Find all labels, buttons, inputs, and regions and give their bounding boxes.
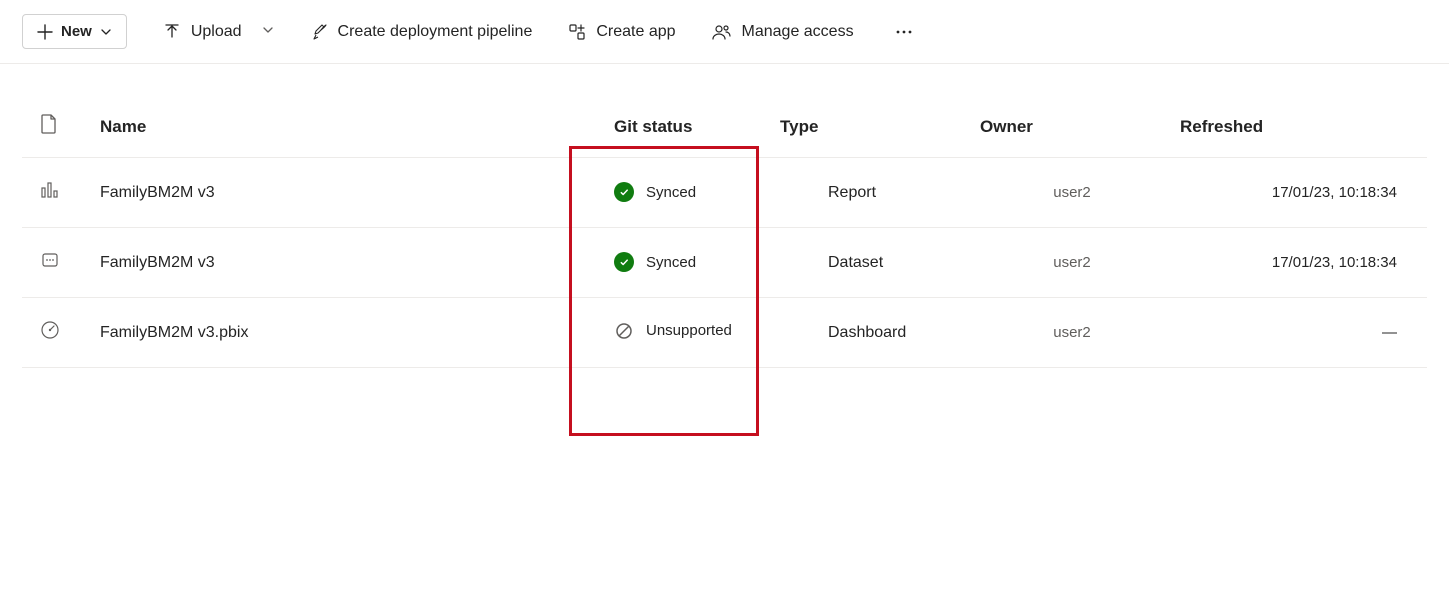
check-circle-icon — [614, 252, 634, 272]
col-header-icon — [22, 100, 92, 158]
item-type: Dashboard — [772, 298, 972, 368]
create-pipeline-button[interactable]: Create deployment pipeline — [310, 23, 533, 41]
upload-icon — [163, 23, 181, 41]
report-icon — [40, 180, 60, 200]
col-header-type[interactable]: Type — [772, 100, 972, 158]
more-button[interactable] — [890, 18, 918, 46]
col-header-name[interactable]: Name — [92, 100, 592, 158]
item-owner: user2 — [972, 228, 1172, 298]
item-type-icon-cell — [22, 228, 92, 298]
check-circle-icon — [614, 182, 634, 202]
item-refreshed: 17/01/23, 10:18:34 — [1172, 228, 1427, 298]
manage-access-button[interactable]: Manage access — [712, 23, 854, 41]
git-status-cell: Synced — [592, 228, 772, 298]
col-header-git-status[interactable]: Git status — [592, 100, 772, 158]
items-table: Name Git status Type Owner Refreshed Fam… — [22, 100, 1427, 368]
table-row[interactable]: FamilyBM2M v3 Synced Dataset user2 17/01… — [22, 228, 1427, 298]
more-icon — [894, 22, 914, 42]
table-row[interactable]: FamilyBM2M v3.pbix Unsupported Dashboard… — [22, 298, 1427, 368]
table-header-row: Name Git status Type Owner Refreshed — [22, 100, 1427, 158]
file-icon — [40, 114, 58, 134]
item-refreshed: 17/01/23, 10:18:34 — [1172, 158, 1427, 228]
content: Name Git status Type Owner Refreshed Fam… — [0, 100, 1449, 368]
dataset-icon — [40, 250, 60, 270]
manage-access-label: Manage access — [742, 23, 854, 41]
table-row[interactable]: FamilyBM2M v3 Synced Report user2 17/01/… — [22, 158, 1427, 228]
item-owner: user2 — [972, 298, 1172, 368]
git-status-label: Synced — [646, 184, 696, 201]
item-name[interactable]: FamilyBM2M v3.pbix — [92, 298, 592, 368]
col-header-refreshed[interactable]: Refreshed — [1172, 100, 1427, 158]
item-type: Report — [772, 158, 972, 228]
new-button-label: New — [61, 23, 92, 40]
upload-button[interactable]: Upload — [163, 23, 274, 41]
item-type-icon-cell — [22, 298, 92, 368]
item-name[interactable]: FamilyBM2M v3 — [92, 228, 592, 298]
create-app-label: Create app — [596, 23, 675, 41]
git-status-cell: Unsupported — [592, 298, 772, 368]
git-status-label: Unsupported — [646, 322, 732, 339]
item-type: Dataset — [772, 228, 972, 298]
block-icon — [614, 321, 634, 341]
item-owner: user2 — [972, 158, 1172, 228]
chevron-down-icon — [262, 24, 274, 36]
git-status-label: Synced — [646, 254, 696, 271]
new-button[interactable]: New — [22, 14, 127, 49]
rocket-icon — [310, 23, 328, 41]
create-app-button[interactable]: Create app — [568, 23, 675, 41]
item-refreshed: — — [1172, 298, 1427, 368]
people-icon — [712, 23, 732, 41]
upload-label: Upload — [191, 23, 242, 41]
git-status-cell: Synced — [592, 158, 772, 228]
app-icon — [568, 23, 586, 41]
item-type-icon-cell — [22, 158, 92, 228]
item-name[interactable]: FamilyBM2M v3 — [92, 158, 592, 228]
col-header-owner[interactable]: Owner — [972, 100, 1172, 158]
create-pipeline-label: Create deployment pipeline — [338, 23, 533, 41]
dashboard-icon — [40, 320, 60, 340]
plus-icon — [37, 24, 53, 40]
toolbar: New Upload Create deployment pipeline Cr… — [0, 0, 1449, 64]
chevron-down-icon — [100, 26, 112, 38]
